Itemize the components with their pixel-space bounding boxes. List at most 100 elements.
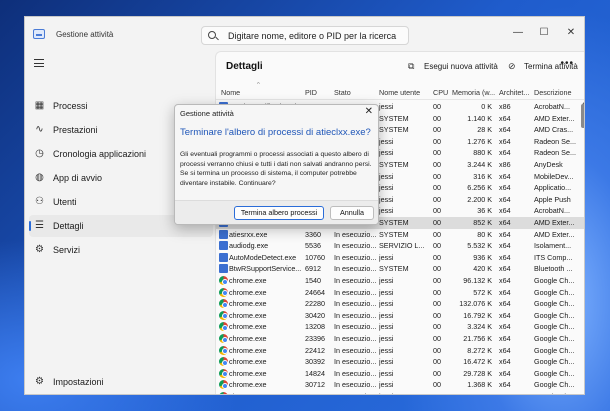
cancel-button[interactable]: Annulla bbox=[330, 206, 374, 220]
gear-icon: ⚙ bbox=[35, 376, 44, 387]
cell-memory: 17.428 K bbox=[448, 392, 492, 394]
sidebar-item-label: Cronologia applicazioni bbox=[53, 149, 147, 159]
run-new-task-label: Esegui nuova attività bbox=[424, 62, 498, 71]
minimize-button[interactable]: — bbox=[509, 24, 527, 42]
cell-cpu: 00 bbox=[433, 194, 441, 204]
cell-architecture: x64 bbox=[499, 241, 511, 251]
chrome-icon bbox=[219, 368, 228, 378]
cell-cpu: 00 bbox=[433, 345, 441, 355]
table-row[interactable]: chrome.exe 22412 In esecuzio... jessi 00 8.27… bbox=[216, 345, 584, 357]
cell-description: Google Ch... bbox=[534, 287, 575, 297]
table-row[interactable]: chrome.exe7400In esecuzio...jessi 0017.42… bbox=[216, 391, 584, 394]
table-row[interactable]: chrome.exe 14824 In esecuzio... jessi 00 29.7… bbox=[216, 368, 584, 380]
more-options-icon[interactable]: ••• bbox=[560, 58, 574, 69]
cell-state: In esecuzio... bbox=[334, 229, 377, 239]
cell-user: SYSTEM bbox=[379, 125, 409, 135]
page-title: Dettagli bbox=[226, 61, 263, 72]
run-new-task-button[interactable]: ⧉ Esegui nuova attività bbox=[408, 59, 498, 75]
dialog-close-button[interactable]: ✕ bbox=[365, 106, 373, 117]
cell-user: SYSTEM bbox=[379, 113, 409, 123]
column-header-description[interactable]: Descrizione bbox=[534, 88, 572, 97]
column-header-architecture[interactable]: Architet... bbox=[499, 88, 529, 97]
cell-architecture: x64 bbox=[499, 368, 511, 378]
column-header-user[interactable]: Nome utente bbox=[379, 88, 420, 97]
dialog-footer: Termina albero processi Annulla bbox=[175, 200, 378, 224]
cell-description: Applicatio... bbox=[534, 183, 572, 193]
close-button[interactable]: ✕ bbox=[562, 24, 580, 42]
history-icon: ◷ bbox=[35, 148, 44, 159]
sidebar-item-settings[interactable]: ⚙ Impostazioni bbox=[29, 371, 213, 393]
cell-name: chrome.exe bbox=[229, 392, 303, 394]
new-task-icon: ⧉ bbox=[408, 61, 415, 71]
cell-architecture: x64 bbox=[499, 357, 511, 367]
cell-cpu: 00 bbox=[433, 368, 441, 378]
search-input[interactable]: Digitare nome, editore o PID per la rice… bbox=[201, 26, 409, 45]
cell-state: In esecuzio... bbox=[334, 392, 378, 394]
cell-user: jessi bbox=[379, 380, 394, 390]
column-header-name[interactable]: Nome bbox=[221, 88, 240, 97]
cell-name: chrome.exe bbox=[229, 299, 267, 309]
cell-cpu: 00 bbox=[433, 299, 441, 309]
cell-user: SYSTEM bbox=[379, 264, 409, 274]
column-header-cpu[interactable]: CPU bbox=[433, 88, 448, 97]
cell-pid: 23396 bbox=[305, 334, 325, 343]
table-row[interactable]: chrome.exe 30712 In esecuzio... jessi 00 1.36… bbox=[216, 379, 584, 391]
column-header-state[interactable]: Stato bbox=[334, 88, 351, 97]
end-process-tree-button[interactable]: Termina albero processi bbox=[234, 206, 324, 220]
table-row[interactable]: chrome.exe 13208 In esecuzio... jessi 00 3.32… bbox=[216, 321, 584, 333]
table-row[interactable]: chrome.exe 22280 In esecuzio... jessi 00 132.… bbox=[216, 298, 584, 310]
services-icon: ⚙ bbox=[35, 244, 44, 255]
cell-name: chrome.exe bbox=[229, 310, 267, 320]
vertical-scrollbar[interactable] bbox=[581, 104, 584, 128]
cell-state: In esecuzio... bbox=[334, 322, 377, 332]
cell-architecture: x64 bbox=[499, 264, 511, 274]
cell-cpu: 00 bbox=[433, 357, 441, 367]
cell-cpu: 00 bbox=[433, 264, 441, 274]
table-row[interactable]: chrome.exe 30392 In esecuzio... jessi 00 16.4… bbox=[216, 356, 584, 368]
cell-user: jessi bbox=[379, 102, 394, 111]
sidebar-item-servizi[interactable]: ⚙ Servizi bbox=[29, 239, 213, 261]
cell-description: AnyDesk bbox=[534, 160, 563, 169]
table-header: ^ Nome PID Stato Nome utente CPU Memoria… bbox=[216, 82, 584, 100]
cell-description: Isolament... bbox=[534, 241, 572, 251]
table-row[interactable]: chrome.exe 1540 In esecuzio... jessi 00 96.13… bbox=[216, 275, 584, 287]
cell-name: AutoModeDetect.exe bbox=[229, 252, 297, 262]
cell-cpu: 00 bbox=[433, 322, 441, 332]
table-row[interactable]: chrome.exe 23396 In esecuzio... jessi 00 21.7… bbox=[216, 333, 584, 345]
cell-architecture: x64 bbox=[499, 310, 511, 320]
process-icon bbox=[219, 252, 228, 262]
cell-architecture: x64 bbox=[499, 287, 511, 297]
cell-description: AMD Exter... bbox=[534, 229, 575, 239]
cell-cpu: 00 bbox=[433, 113, 441, 123]
cell-state: In esecuzio... bbox=[334, 357, 377, 367]
cell-memory: 16.472 K bbox=[463, 357, 492, 367]
table-row[interactable]: atiesrxx.exe 3360 In esecuzio... SYSTEM 00 80… bbox=[216, 229, 584, 241]
cell-pid: 6912 bbox=[305, 264, 321, 274]
cell-memory: 28 K bbox=[477, 125, 492, 135]
cell-memory: 936 K bbox=[473, 252, 492, 262]
column-header-pid[interactable]: PID bbox=[305, 88, 317, 97]
table-row[interactable]: audiodg.exe 5536 In esecuzio... SERVIZIO L.… bbox=[216, 240, 584, 252]
cell-user: jessi bbox=[379, 194, 394, 204]
table-row[interactable]: chrome.exe 24664 In esecuzio... jessi 00 572 … bbox=[216, 287, 584, 299]
maximize-button[interactable]: ☐ bbox=[535, 24, 553, 42]
cell-description: MobileDev... bbox=[534, 171, 574, 181]
cell-user: jessi bbox=[379, 334, 394, 343]
cell-user: jessi bbox=[379, 357, 394, 367]
cell-name: chrome.exe bbox=[229, 287, 267, 297]
table-row[interactable]: BtwRSupportService... 6912 In esecuzio... S… bbox=[216, 263, 584, 275]
table-row[interactable]: AutoModeDetect.exe 10760 In esecuzio... jes… bbox=[216, 252, 584, 264]
sidebar-item-label: Servizi bbox=[53, 245, 81, 255]
column-header-memory[interactable]: Memoria (w... bbox=[452, 88, 495, 97]
hamburger-menu-icon[interactable] bbox=[34, 59, 44, 67]
cell-name: BtwRSupportService... bbox=[229, 264, 302, 274]
cell-name: chrome.exe bbox=[229, 334, 267, 343]
chrome-icon bbox=[219, 392, 228, 394]
cell-cpu: 00 bbox=[433, 171, 441, 181]
cell-name: chrome.exe bbox=[229, 368, 267, 378]
cell-cpu: 00 bbox=[433, 229, 441, 239]
table-row[interactable]: chrome.exe 30420 In esecuzio... jessi 00 16.7… bbox=[216, 310, 584, 322]
sidebar-item-label: Prestazioni bbox=[53, 125, 98, 135]
dialog-heading: Terminare l'albero di processi di atiecl… bbox=[180, 127, 371, 138]
sidebar-item-label: App di avvio bbox=[53, 173, 103, 183]
